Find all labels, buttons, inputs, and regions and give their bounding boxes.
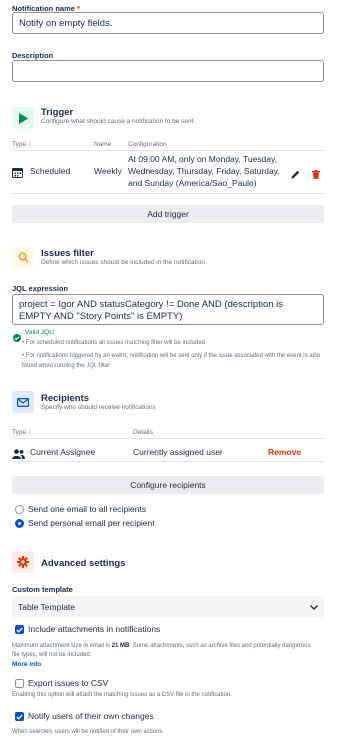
- trigger-row-configuration: At 09:00 AM, only on Monday, Tuesday, We…: [128, 154, 280, 188]
- jql-note-1: • For scheduled notifications all issues…: [22, 340, 205, 346]
- chevron-down-icon: [310, 604, 318, 610]
- issues-filter-title: Issues filter: [41, 248, 94, 259]
- trigger-col-name: Name: [94, 141, 112, 148]
- jql-note-2: • For notifications triggered by an even…: [22, 353, 321, 369]
- trigger-row-type: Scheduled: [30, 166, 71, 176]
- remove-recipient-link[interactable]: Remove: [268, 447, 301, 457]
- description-input[interactable]: [12, 60, 324, 82]
- more-info-link[interactable]: More info: [12, 661, 41, 668]
- notification-name-input[interactable]: Notify on empty fields.: [12, 12, 324, 34]
- custom-template-label: Custom template: [12, 585, 73, 594]
- recipients-row-divider: [12, 461, 324, 462]
- trigger-col-configuration: Configuration: [128, 141, 167, 148]
- radio-one-email-label: Send one email to all recipients: [28, 504, 147, 514]
- trigger-title: Trigger: [41, 107, 74, 118]
- notify-own-changes-label: Notify users of their own changes: [28, 711, 154, 721]
- recipient-row-type: Current Assignee: [30, 447, 96, 457]
- export-csv-label: Export issues to CSV: [28, 678, 109, 688]
- recipients-table-divider: [12, 438, 324, 439]
- export-csv-note: Enabling this option will attach the mat…: [12, 692, 232, 698]
- description-label: Description: [12, 51, 54, 60]
- recipients-section-icon: [12, 391, 34, 413]
- trigger-col-type: Type ↕: [12, 141, 32, 148]
- include-attachments-checkbox[interactable]: [15, 625, 24, 634]
- radio-one-email[interactable]: [15, 505, 24, 514]
- export-csv-checkbox[interactable]: [15, 679, 24, 688]
- notify-own-changes-note: When selected, users will be notified of…: [12, 729, 163, 735]
- jql-label: JQL expression: [12, 284, 69, 293]
- trigger-row-divider: [12, 193, 324, 194]
- gear-icon: [17, 556, 29, 568]
- issues-filter-section-icon: [12, 246, 34, 268]
- search-icon: [17, 251, 29, 263]
- jql-input[interactable]: project = Igor AND statusCategory != Don…: [12, 294, 324, 325]
- trigger-row-name: Weekly: [94, 166, 122, 176]
- recipients-col-type: Type ↕: [12, 429, 32, 436]
- recipients-subtitle: Specify who should receive notifications: [41, 404, 156, 411]
- recipient-row-details: Currently assigned user: [133, 447, 223, 457]
- issues-filter-subtitle: Define which issues should be included i…: [41, 259, 206, 266]
- attachment-note: Maximum attachment size in email is 21 M…: [12, 643, 311, 658]
- trigger-table-divider: [12, 150, 324, 151]
- recipients-title: Recipients: [41, 393, 90, 404]
- radio-personal-email-label: Send personal email per recipient: [28, 518, 155, 528]
- play-icon: [19, 112, 28, 124]
- advanced-title: Advanced settings: [41, 558, 126, 569]
- check-circle-icon: [13, 329, 21, 347]
- add-trigger-button[interactable]: Add trigger: [12, 205, 324, 223]
- calendar-icon: [12, 165, 24, 178]
- jql-valid-text: Valid JQL!: [25, 329, 55, 336]
- delete-trigger-icon[interactable]: [312, 166, 320, 184]
- advanced-section-icon: [12, 551, 34, 573]
- configure-recipients-button[interactable]: Configure recipients: [12, 476, 324, 494]
- notify-own-changes-checkbox[interactable]: [15, 712, 24, 721]
- edit-trigger-icon[interactable]: [291, 166, 300, 184]
- envelope-icon: [17, 397, 29, 407]
- radio-personal-email[interactable]: [15, 519, 24, 528]
- trigger-subtitle: Configure what should cause a notificati…: [41, 118, 194, 125]
- template-select[interactable]: Table Template: [12, 596, 324, 618]
- include-attachments-label: Include attachments in notifications: [28, 624, 161, 634]
- trigger-section-icon: [12, 107, 34, 129]
- recipients-col-details: Details: [133, 429, 153, 436]
